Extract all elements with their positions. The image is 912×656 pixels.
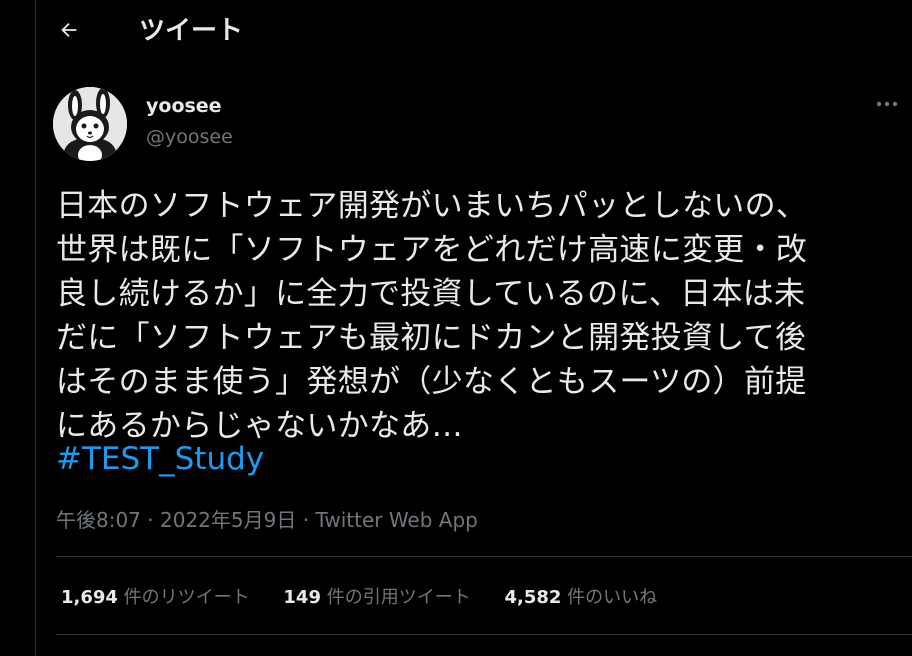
- tweet-column: ツイート yoosee @yoosee 日本のソフトウェア開発がいまいちパッとし…: [35, 0, 912, 656]
- tweet-text: 日本のソフトウェア開発がいまいちパッとしないの、 世界は既に「ソフトウェアをどれ…: [56, 184, 906, 448]
- rabbit-avatar-icon: [53, 87, 127, 161]
- retweets-stat[interactable]: 1,694 件のリツイート: [61, 583, 250, 609]
- back-button[interactable]: [50, 11, 88, 49]
- more-options-button[interactable]: [874, 94, 900, 114]
- avatar[interactable]: [53, 87, 127, 161]
- tweet-text-line: はそのまま使う」発想が（少なくともスーツの）前提: [56, 364, 807, 400]
- likes-stat[interactable]: 4,582 件のいいね: [504, 583, 657, 609]
- retweets-label: 件のリツイート: [123, 587, 250, 608]
- quotes-count: 149: [283, 587, 321, 608]
- quotes-stat[interactable]: 149 件の引用ツイート: [283, 583, 470, 609]
- tweet-time[interactable]: 午後8:07: [56, 508, 141, 532]
- tweet-text-line: だに「ソフトウェアも最初にドカンと開発投資して後: [56, 320, 807, 356]
- header: ツイート: [36, 0, 912, 58]
- tweet-text-line: 日本のソフトウェア開発がいまいちパッとしないの、: [56, 188, 808, 224]
- divider: [56, 556, 912, 557]
- tweet-date[interactable]: 2022年5月9日: [160, 508, 296, 532]
- tweet-text-line: 世界は既に「ソフトウェアをどれだけ高速に変更・改: [56, 232, 808, 268]
- author-handle[interactable]: @yoosee: [146, 126, 233, 148]
- hashtag-link[interactable]: #TEST_Study: [56, 437, 264, 481]
- tweet-stats: 1,694 件のリツイート 149 件の引用ツイート 4,582 件のいいね: [61, 583, 685, 609]
- page-title: ツイート: [139, 16, 244, 46]
- tweet-meta: 午後8:07 · 2022年5月9日 · Twitter Web App: [56, 504, 478, 533]
- likes-label: 件のいいね: [567, 587, 658, 608]
- tweet-source[interactable]: Twitter Web App: [315, 508, 477, 532]
- divider: [56, 634, 912, 635]
- retweets-count: 1,694: [61, 587, 118, 608]
- meta-separator: ·: [302, 508, 310, 532]
- meta-separator: ·: [147, 508, 154, 532]
- likes-count: 4,582: [504, 587, 562, 608]
- tweet-text-line: 良し続けるか」に全力で投資しているのに、日本は未: [56, 276, 806, 312]
- more-horizontal-icon: [876, 101, 898, 107]
- author-name[interactable]: yoosee: [146, 95, 222, 117]
- arrow-left-icon: [61, 22, 77, 38]
- quotes-label: 件の引用ツイート: [326, 587, 471, 608]
